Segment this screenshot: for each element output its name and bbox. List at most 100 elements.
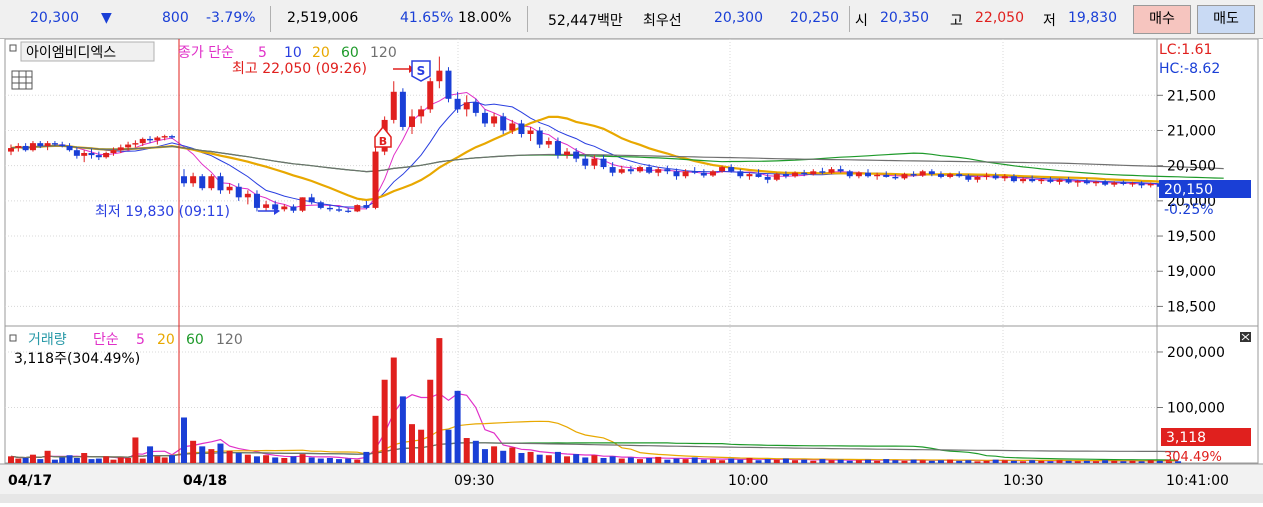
down-arrow-icon: ▼: [101, 10, 112, 26]
legend-vma20: 20: [157, 332, 175, 348]
low-annotation: 최저 19,830 (09:11): [95, 204, 230, 220]
volume-bar: [983, 460, 990, 463]
margin-pct: 18.00%: [458, 10, 512, 26]
volume-bar: [992, 459, 999, 463]
candle-body: [673, 171, 680, 177]
candle-body: [308, 197, 315, 203]
buy-button[interactable]: 매수: [1133, 5, 1191, 34]
divider: [527, 6, 528, 32]
volume-bar: [147, 446, 154, 463]
volume-bar: [746, 458, 753, 463]
volume-bar: [363, 451, 370, 463]
price-change-pct: -3.79%: [206, 10, 256, 26]
volume-bar: [1074, 461, 1081, 463]
volume-bar: [527, 451, 534, 463]
volume-tick-label: 200,000: [1167, 345, 1225, 361]
candle-body: [199, 176, 206, 189]
candle-body: [1001, 176, 1008, 179]
candle-body: [746, 174, 753, 177]
corner-time: 10:41:00: [1166, 473, 1229, 489]
volume-bar: [582, 457, 589, 463]
volume-bar: [317, 458, 324, 463]
candle-body: [637, 167, 643, 172]
volume-bar: [618, 458, 625, 463]
volume-bar: [181, 417, 187, 463]
high-price: 22,050: [975, 10, 1024, 26]
volume-bar: [828, 460, 835, 463]
candle-body: [947, 174, 954, 177]
sell-button[interactable]: 매도: [1197, 5, 1255, 34]
candle-body: [664, 169, 671, 172]
volume-bar: [1056, 460, 1063, 463]
candle-body: [15, 145, 22, 149]
candle-body: [472, 102, 479, 113]
candle-body: [103, 153, 110, 158]
low-price: 19,830: [1068, 10, 1117, 26]
candle-body: [582, 158, 589, 166]
candle-body: [545, 141, 552, 145]
volume-bar: [1065, 460, 1072, 463]
price-volume-chart[interactable]: 21,50021,00020,50020,00019,50019,00018,5…: [0, 38, 1263, 503]
volume-bar: [865, 459, 871, 463]
volume-bar: [29, 454, 36, 463]
candle-body: [299, 197, 306, 211]
volume-bar: [345, 458, 352, 463]
candle-body: [51, 143, 58, 145]
trade-volume: 2,519,006: [287, 10, 359, 26]
volume-bar: [655, 456, 662, 463]
best-ask: 20,300: [714, 10, 763, 26]
candle-body: [317, 202, 324, 208]
volume-bar: [226, 450, 233, 463]
buy-signal-label: B: [379, 135, 387, 148]
volume-bar: [1047, 461, 1054, 463]
candle-body: [883, 174, 890, 177]
price-tick-label: 19,500: [1167, 229, 1216, 245]
volume-bar: [418, 429, 425, 463]
candle-body: [181, 176, 187, 184]
candle-body: [728, 167, 735, 172]
volume-tick-label: 100,000: [1167, 400, 1225, 416]
volume-bar: [88, 459, 95, 463]
volume-bar: [764, 459, 771, 463]
volume-bar: [627, 457, 634, 463]
volume-bar: [1102, 460, 1109, 463]
candle-body: [810, 171, 817, 175]
hc-value: HC:-8.62: [1159, 61, 1220, 77]
volume-bar: [846, 460, 853, 463]
volume-bar: [103, 456, 110, 463]
price-change: 800: [162, 10, 189, 26]
low-label: 저: [1043, 13, 1056, 29]
candle-body: [345, 210, 352, 212]
volume-bar: [883, 459, 890, 463]
sell-signal-label: S: [417, 64, 426, 78]
candle-body: [782, 174, 789, 177]
volume-bar: [792, 460, 799, 463]
volume-bar: [1147, 460, 1154, 463]
candle-body: [454, 98, 461, 110]
candle-body: [427, 81, 434, 110]
candle-body: [1120, 182, 1127, 184]
candle-body: [290, 206, 297, 211]
volume-bar: [44, 450, 51, 463]
volume-bar: [73, 458, 80, 463]
candle-body: [147, 138, 154, 141]
candle-body: [901, 174, 908, 179]
candle-body: [846, 171, 853, 177]
candle-body: [110, 150, 117, 153]
volume-bar: [637, 459, 643, 463]
table-icon[interactable]: [11, 70, 33, 90]
price-tick-label: 21,000: [1167, 123, 1216, 139]
candle-body: [363, 205, 370, 208]
candle-body: [1102, 181, 1109, 185]
candle-body: [600, 158, 607, 168]
candle-body: [554, 141, 561, 156]
volume-bar: [700, 459, 707, 463]
chart-area[interactable]: 21,500 21,000 20,500 20,000 19,500 19,000 18,5…: [0, 38, 1263, 503]
legend-ma120: 120: [370, 45, 397, 61]
volume-bar: [427, 379, 434, 463]
horizontal-scrollbar[interactable]: [0, 494, 1263, 503]
candle-body: [217, 176, 224, 191]
volume-bar: [1083, 460, 1090, 463]
current-price-pct: -0.25%: [1164, 202, 1214, 218]
candle-body: [1010, 176, 1017, 182]
